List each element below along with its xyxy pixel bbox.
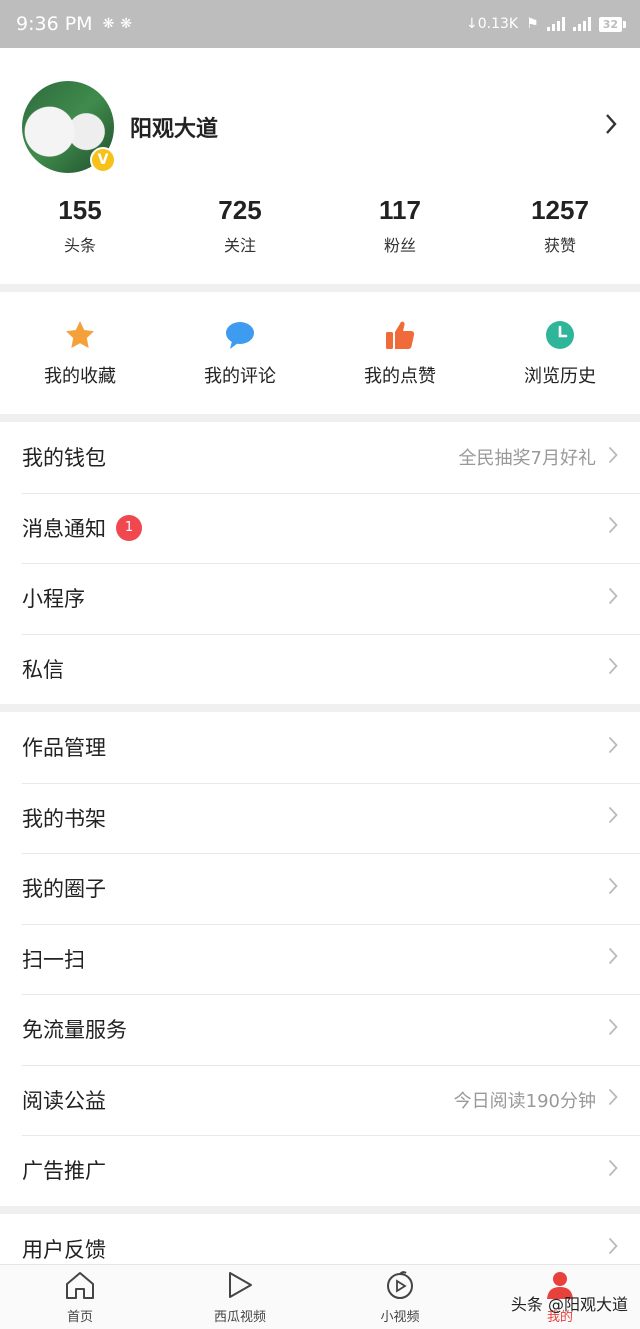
- section-divider: [0, 704, 640, 712]
- stat-toutiao[interactable]: 155 头条: [0, 195, 160, 256]
- chevron-right-icon: [608, 1087, 618, 1112]
- menu-subtext: 今日阅读190分钟: [453, 1090, 596, 1112]
- menu-item-works[interactable]: 作品管理: [0, 712, 640, 783]
- tab-label: 西瓜视频: [213, 1309, 266, 1325]
- watermark: 头条 @阳观大道: [510, 1295, 628, 1314]
- stat-followers[interactable]: 117 粉丝: [320, 195, 480, 256]
- stat-value: 725: [218, 195, 262, 225]
- menu-item-notifications[interactable]: 消息通知 1: [0, 492, 640, 564]
- menu-subtext: 全民抽奖7月好礼: [458, 448, 596, 470]
- signal-4g-icon: [546, 17, 565, 31]
- menu-group-2: 作品管理 我的书架 我的圈子 扫一扫 免流量服务 阅读公益 今日阅读190分钟: [0, 712, 640, 1206]
- section-divider: [0, 284, 640, 292]
- menu-item-circles[interactable]: 我的圈子: [0, 853, 640, 924]
- signal-icon: [572, 17, 591, 31]
- menu-label: 我的钱包: [22, 446, 106, 471]
- menu-label: 阅读公益: [22, 1088, 106, 1113]
- quick-comments[interactable]: 我的评论: [160, 318, 320, 388]
- chevron-right-icon: [608, 1017, 618, 1042]
- thumbs-up-icon: [320, 318, 480, 352]
- tab-label: 小视频: [380, 1309, 420, 1325]
- chevron-right-icon: [608, 445, 618, 470]
- section-divider: [0, 1205, 640, 1214]
- stat-likes[interactable]: 1257 获赞: [480, 195, 640, 256]
- china-unicom-icon: ❋: [102, 16, 115, 32]
- menu-label: 小程序: [22, 587, 85, 612]
- status-left-icons: ❋ ❋: [103, 16, 132, 32]
- quick-label: 浏览历史: [524, 366, 596, 387]
- stat-value: 155: [58, 195, 102, 225]
- menu-label: 私信: [22, 657, 64, 682]
- stat-label: 粉丝: [383, 236, 416, 255]
- tab-home[interactable]: 首页: [0, 1265, 160, 1329]
- short-video-icon: [385, 1270, 415, 1304]
- chevron-right-icon[interactable]: [604, 113, 618, 141]
- menu-label: 广告推广: [22, 1159, 106, 1184]
- menu-label: 作品管理: [22, 736, 106, 761]
- tab-label: 首页: [66, 1309, 93, 1325]
- menu-item-ads[interactable]: 广告推广: [0, 1135, 640, 1206]
- chevron-right-icon: [608, 656, 618, 681]
- quick-label: 我的点赞: [364, 366, 436, 387]
- bottom-tab-bar: 首页 西瓜视频 小视频 我的 头条 @阳观大道: [0, 1264, 640, 1329]
- china-unicom-icon: ❋: [120, 16, 133, 32]
- chevron-right-icon: [608, 876, 618, 901]
- profile-name[interactable]: 阳观大道: [130, 111, 604, 143]
- verified-badge-icon: V: [90, 147, 116, 173]
- menu-item-mini-programs[interactable]: 小程序: [0, 563, 640, 634]
- chevron-right-icon: [608, 586, 618, 611]
- menu-group-1: 我的钱包 全民抽奖7月好礼 消息通知 1 小程序 私信: [0, 422, 640, 704]
- menu-item-scan[interactable]: 扫一扫: [0, 923, 640, 995]
- tab-xigua-video[interactable]: 西瓜视频: [160, 1265, 320, 1329]
- menu-item-reading-charity[interactable]: 阅读公益 今日阅读190分钟: [0, 1064, 640, 1136]
- net-speed: ↓0.13K: [466, 16, 519, 32]
- section-divider: [0, 414, 640, 422]
- chevron-right-icon: [608, 515, 618, 540]
- play-icon: [225, 1270, 255, 1304]
- notification-badge: 1: [116, 514, 142, 541]
- quick-label: 我的评论: [204, 366, 276, 387]
- clock-icon: [480, 318, 640, 352]
- menu-item-wallet[interactable]: 我的钱包 全民抽奖7月好礼: [0, 422, 640, 493]
- chevron-right-icon: [608, 1236, 618, 1261]
- quick-actions: 我的收藏 我的评论 我的点赞 浏览历史: [0, 292, 640, 414]
- stat-following[interactable]: 725 关注: [160, 195, 320, 256]
- menu-label: 消息通知: [22, 516, 106, 541]
- profile-stats: 155 头条 725 关注 117 粉丝 1257 获赞: [0, 195, 640, 256]
- menu-item-bookshelf[interactable]: 我的书架: [0, 782, 640, 854]
- star-icon: [0, 318, 160, 352]
- quick-favorites[interactable]: 我的收藏: [0, 318, 160, 388]
- profile-header[interactable]: V 阳观大道: [0, 81, 640, 173]
- stat-value: 117: [379, 195, 421, 225]
- chevron-right-icon: [608, 805, 618, 830]
- quick-label: 我的收藏: [44, 366, 116, 387]
- menu-label: 用户反馈: [22, 1237, 106, 1262]
- menu-item-messages[interactable]: 私信: [0, 633, 640, 705]
- menu-label: 扫一扫: [22, 947, 85, 972]
- flag-icon: ⚑: [526, 16, 539, 32]
- profile-section: V 阳观大道 155 头条 725 关注 117 粉丝 1257 获赞: [0, 48, 640, 284]
- comment-icon: [160, 318, 320, 352]
- stat-label: 头条: [63, 236, 96, 255]
- status-bar: 9:36 PM ❋ ❋ ↓0.13K ⚑ 32: [0, 0, 640, 48]
- menu-item-free-data[interactable]: 免流量服务: [0, 994, 640, 1065]
- chevron-right-icon: [608, 946, 618, 971]
- stat-value: 1257: [531, 195, 589, 225]
- status-right: ↓0.13K ⚑ 32: [466, 16, 626, 32]
- stat-label: 获赞: [543, 236, 576, 255]
- battery-icon: 32: [598, 16, 626, 32]
- stat-label: 关注: [223, 236, 256, 255]
- menu-label: 我的圈子: [22, 877, 106, 902]
- chevron-right-icon: [608, 1158, 618, 1183]
- status-time: 9:36 PM: [16, 13, 93, 35]
- battery-level: 32: [598, 16, 622, 32]
- menu-label: 免流量服务: [22, 1018, 127, 1043]
- home-icon: [64, 1270, 96, 1304]
- avatar[interactable]: V: [22, 81, 116, 173]
- tab-short-video[interactable]: 小视频: [320, 1265, 480, 1329]
- chevron-right-icon: [608, 735, 618, 760]
- quick-history[interactable]: 浏览历史: [480, 318, 640, 388]
- menu-label: 我的书架: [22, 806, 106, 831]
- quick-likes[interactable]: 我的点赞: [320, 318, 480, 388]
